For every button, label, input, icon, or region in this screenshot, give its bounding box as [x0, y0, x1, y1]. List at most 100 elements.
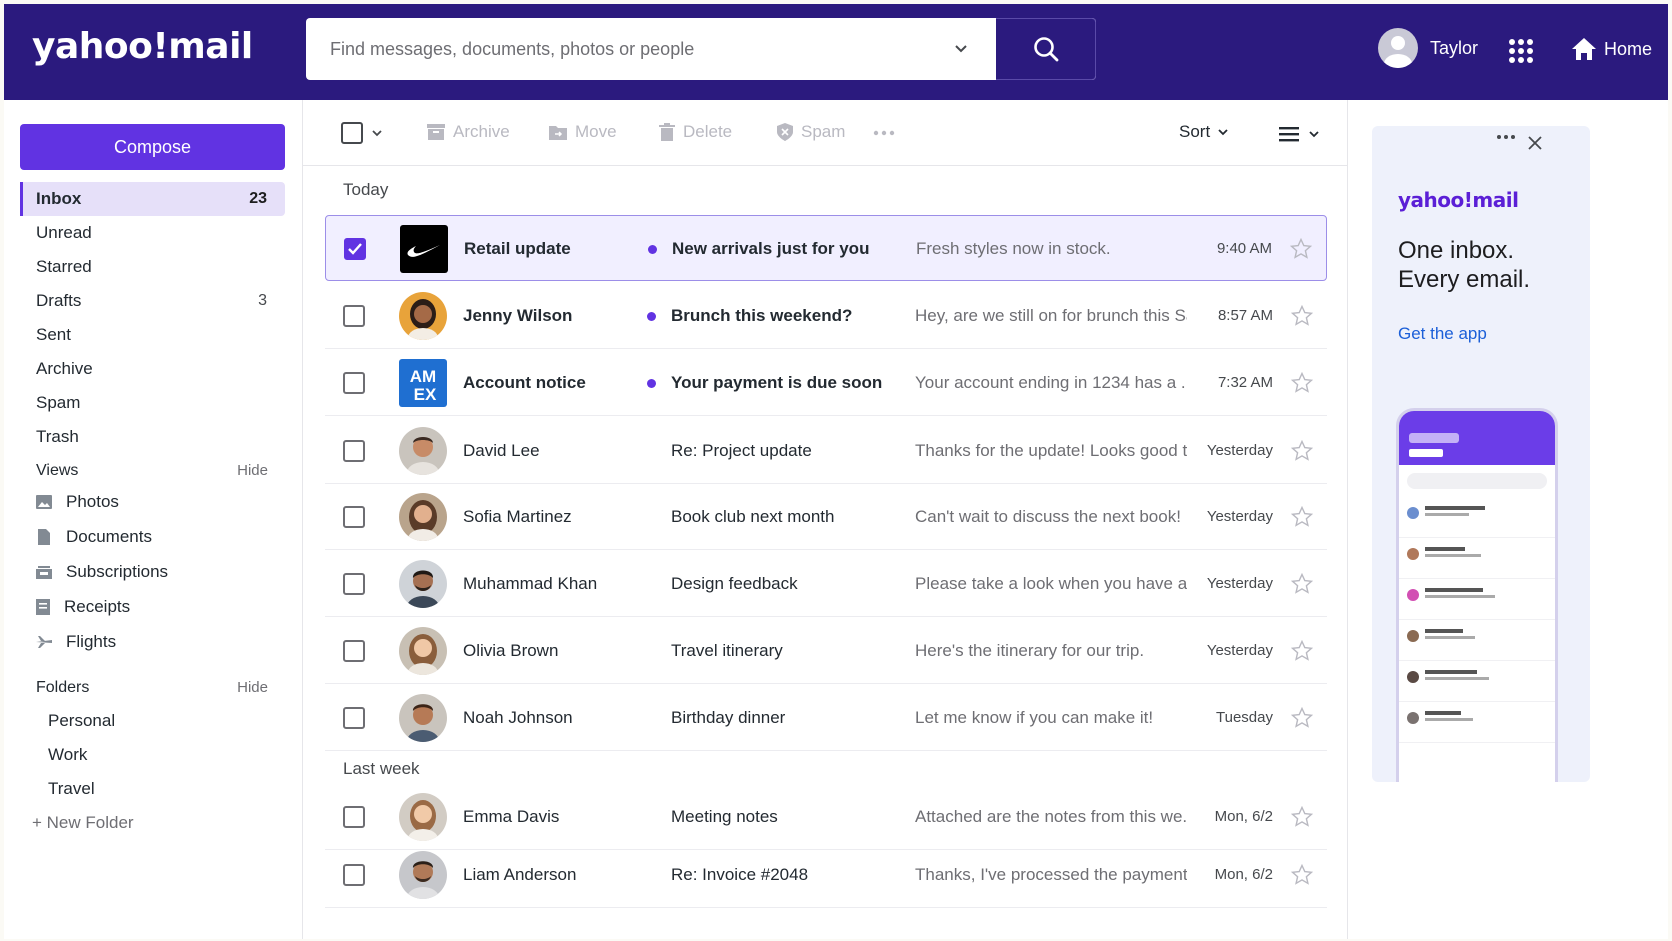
sidebar-item-drafts[interactable]: Drafts 3 [20, 284, 285, 318]
chevron-down-icon [1218, 129, 1228, 136]
message-row[interactable]: Retail update New arrivals just for you … [325, 215, 1327, 281]
message-checkbox[interactable] [343, 573, 365, 595]
message-preview: Attached are the notes from this we... [915, 807, 1187, 826]
view-item-receipts[interactable]: Receipts [20, 589, 285, 624]
message-checkbox[interactable] [343, 806, 365, 828]
phone-mockup-row [1399, 538, 1555, 579]
spam-button[interactable]: Spam [777, 122, 845, 142]
user-profile-button[interactable]: Taylor [1378, 26, 1478, 70]
apps-grid-icon[interactable] [1508, 38, 1534, 64]
star-icon[interactable] [1290, 238, 1312, 260]
chevron-down-icon[interactable] [371, 128, 383, 138]
search-button[interactable] [996, 18, 1096, 80]
star-icon[interactable] [1291, 573, 1313, 595]
sidebar-item-starred[interactable]: Starred [20, 250, 285, 284]
message-checkbox[interactable] [343, 372, 365, 394]
message-row[interactable]: AM EX Account notice Your payment is due … [325, 350, 1327, 416]
more-options-icon[interactable] [873, 130, 895, 136]
phone-mockup-row [1399, 702, 1555, 743]
message-row[interactable]: David Lee Re: Project update Thanks for … [325, 418, 1327, 484]
folder-item-personal[interactable]: Personal [20, 704, 285, 738]
views-hide-toggle[interactable]: Hide [237, 462, 268, 480]
trash-icon [659, 123, 675, 141]
star-icon[interactable] [1291, 707, 1313, 729]
view-item-photos[interactable]: Photos [20, 484, 285, 519]
message-preview: Thanks, I've processed the payment. [915, 865, 1187, 884]
get-the-app-link[interactable]: Get the app [1398, 324, 1487, 344]
message-row[interactable]: Noah Johnson Birthday dinner Let me know… [325, 685, 1327, 751]
sidebar-item-trash[interactable]: Trash [20, 420, 285, 454]
star-icon[interactable] [1291, 864, 1313, 886]
view-options-button[interactable] [1279, 126, 1321, 142]
select-all-checkbox[interactable] [341, 122, 363, 144]
sender-name: Emma Davis [463, 807, 560, 826]
sidebar-item-unread[interactable]: Unread [20, 216, 285, 250]
message-row[interactable]: Olivia Brown Travel itinerary Here's the… [325, 618, 1327, 684]
message-preview: Please take a look when you have a ... [915, 574, 1187, 593]
svg-text:EX: EX [414, 385, 437, 404]
view-item-flights[interactable]: Flights [20, 624, 285, 659]
star-icon[interactable] [1291, 806, 1313, 828]
folder-item-work[interactable]: Work [20, 738, 285, 772]
sort-dropdown[interactable]: Sort [1179, 122, 1230, 142]
sender-name: Sofia Martinez [463, 507, 572, 526]
folder-item-travel[interactable]: Travel [20, 772, 285, 806]
view-item-subscriptions[interactable]: Subscriptions [20, 554, 285, 589]
star-icon[interactable] [1291, 372, 1313, 394]
message-checkbox[interactable] [343, 707, 365, 729]
message-row[interactable]: Jenny Wilson Brunch this weekend? Hey, a… [325, 283, 1327, 349]
message-row[interactable]: Liam Anderson Re: Invoice #2048 Thanks, … [325, 842, 1327, 908]
folders-list: Personal Work Travel + New Folder [20, 704, 285, 840]
views-list: Photos Documents Subscriptions Receipts … [20, 484, 285, 659]
message-subject: Your payment is due soon [671, 373, 883, 392]
delete-button[interactable]: Delete [659, 122, 732, 142]
sidebar-item-sent[interactable]: Sent [20, 318, 285, 352]
message-time: Yesterday [1206, 508, 1273, 525]
message-row[interactable]: Muhammad Khan Design feedback Please tak… [325, 551, 1327, 617]
search-input[interactable] [306, 18, 996, 80]
star-icon[interactable] [1291, 440, 1313, 462]
sender-avatar [399, 851, 447, 899]
new-folder-button[interactable]: + New Folder [20, 806, 285, 840]
folders-hide-toggle[interactable]: Hide [237, 679, 268, 697]
shield-icon [777, 123, 793, 141]
unread-dot [647, 312, 656, 321]
move-button[interactable]: Move [549, 122, 617, 142]
folder-move-icon [549, 126, 567, 140]
close-icon[interactable] [1528, 136, 1542, 150]
ad-card[interactable]: yahoo!mail One inbox. Every email. Get t… [1372, 126, 1590, 782]
list-view-icon [1279, 127, 1299, 142]
message-checkbox[interactable] [343, 440, 365, 462]
phone-mockup-row [1399, 661, 1555, 702]
ad-more-options-icon[interactable] [1496, 134, 1516, 140]
yahoo-mail-logo[interactable]: yahoo!mail [32, 26, 253, 67]
views-title: Views [36, 462, 79, 479]
message-checkbox[interactable] [343, 506, 365, 528]
home-link[interactable]: Home [1570, 36, 1652, 62]
message-time: Mon, 6/2 [1214, 808, 1273, 825]
sidebar-item-spam[interactable]: Spam [20, 386, 285, 420]
sidebar-item-inbox[interactable]: Inbox 23 [20, 182, 285, 216]
message-subject: New arrivals just for you [672, 239, 870, 258]
message-checkbox[interactable] [344, 238, 366, 260]
compose-button[interactable]: Compose [20, 124, 285, 170]
chevron-down-icon[interactable] [950, 38, 972, 60]
message-row[interactable]: Emma Davis Meeting notes Attached are th… [325, 784, 1327, 850]
star-icon[interactable] [1291, 506, 1313, 528]
sender-avatar [399, 427, 447, 475]
message-checkbox[interactable] [343, 640, 365, 662]
phone-mockup-search [1407, 473, 1547, 489]
star-icon[interactable] [1291, 640, 1313, 662]
view-item-documents[interactable]: Documents [20, 519, 285, 554]
top-header: yahoo!mail Taylor Home [4, 4, 1668, 100]
archive-button[interactable]: Archive [427, 122, 510, 142]
sidebar: Compose Inbox 23 Unread Starred Drafts 3 S… [4, 100, 302, 939]
sender-name: Noah Johnson [463, 708, 573, 727]
message-checkbox[interactable] [343, 305, 365, 327]
message-checkbox[interactable] [343, 864, 365, 886]
star-icon[interactable] [1291, 305, 1313, 327]
message-subject: Re: Invoice #2048 [671, 865, 809, 884]
search-icon [1033, 37, 1058, 62]
message-row[interactable]: Sofia Martinez Book club next month Can'… [325, 484, 1327, 550]
sidebar-item-archive[interactable]: Archive [20, 352, 285, 386]
